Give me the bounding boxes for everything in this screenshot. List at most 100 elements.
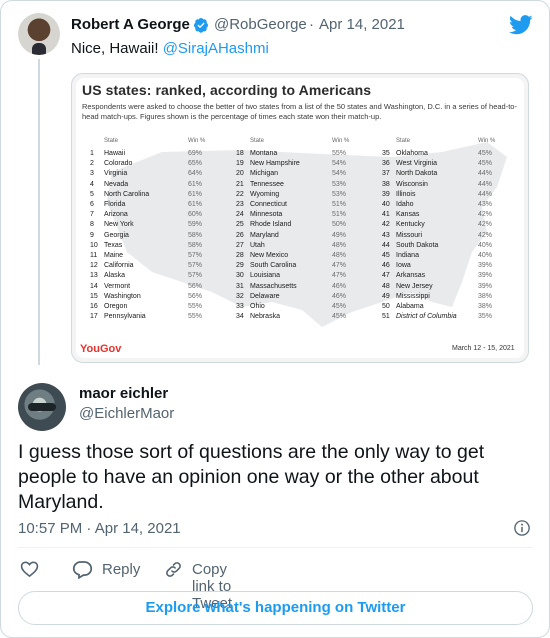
rank-number: 47 (382, 272, 390, 280)
parent-author-handle[interactable]: @RobGeorge (214, 16, 307, 33)
reply-icon[interactable] (72, 559, 93, 579)
win-percentage: 47% (332, 272, 347, 280)
state-name: Missouri (396, 231, 423, 239)
infographic: US states: ranked, according to American… (76, 78, 524, 358)
state-name: New York (104, 221, 134, 229)
infographic-subtitle: Respondents were asked to choose the bet… (82, 102, 517, 121)
reply-button[interactable]: Reply (102, 561, 140, 578)
state-name: Maine (104, 252, 124, 259)
rank-number: 48 (382, 282, 390, 290)
tweet-embed-card: Robert A George @RobGeorge · Apr 14, 202… (0, 0, 550, 638)
state-name: Massachusetts (250, 282, 297, 290)
avatar-robert-george[interactable] (18, 13, 60, 55)
state-name: Mississippi (396, 292, 430, 300)
rank-number: 27 (236, 241, 244, 249)
explore-twitter-button[interactable]: Explore what's happening on Twitter (18, 591, 533, 625)
avatar-maor-eichler[interactable] (18, 383, 66, 431)
rank-number: 38 (382, 180, 390, 188)
link-icon[interactable] (164, 560, 183, 579)
win-percentage: 51% (332, 201, 347, 208)
rank-number: 21 (236, 180, 244, 188)
state-name: New Jersey (396, 282, 433, 290)
reply-tweet-text: I guess those sort of questions are the … (18, 441, 485, 513)
rank-number: 24 (236, 211, 244, 219)
state-name: Delaware (250, 292, 280, 300)
win-percentage: 48% (332, 241, 347, 249)
rank-number: 20 (236, 170, 244, 178)
rank-number: 40 (382, 201, 390, 208)
mention-link[interactable]: @SirajAHashmi (163, 40, 269, 57)
state-name: Colorado (104, 160, 133, 168)
rank-number: 36 (382, 160, 390, 168)
win-percentage: 45% (332, 303, 347, 310)
rank-number: 11 (90, 252, 98, 259)
win-percentage: 42% (478, 231, 493, 239)
rank-number: 46 (382, 262, 390, 270)
parent-author-name[interactable]: Robert A George (71, 16, 190, 33)
infographic-title: US states: ranked, according to American… (82, 82, 372, 98)
rank-number: 28 (236, 252, 244, 259)
win-percentage: 53% (332, 190, 347, 198)
us-map-background (107, 142, 507, 327)
win-percentage: 40% (478, 252, 493, 259)
column-header-win: Win % (478, 138, 496, 144)
win-percentage: 49% (332, 231, 347, 239)
state-name: Nevada (104, 180, 129, 188)
win-percentage: 42% (478, 211, 493, 219)
reply-timestamp[interactable]: 10:57 PM · Apr 14, 2021 (18, 520, 181, 537)
rank-number: 2 (90, 160, 94, 168)
verified-badge-icon (194, 18, 208, 33)
reply-time[interactable]: 10:57 PM (18, 520, 82, 537)
state-name: Pennsylvania (104, 313, 146, 321)
state-name: Montana (250, 150, 278, 157)
twitter-bird-icon[interactable] (509, 15, 533, 35)
parent-tweet-date[interactable]: Apr 14, 2021 (319, 16, 405, 33)
state-name: North Carolina (104, 190, 150, 198)
rank-number: 31 (236, 282, 244, 290)
separator-dot: · (309, 16, 314, 33)
rank-number: 1 (90, 150, 94, 157)
state-name: Idaho (396, 201, 414, 208)
rank-number: 18 (236, 150, 244, 157)
reply-author-handle[interactable]: @EichlerMaor (79, 405, 174, 422)
rank-number: 7 (90, 211, 94, 219)
win-percentage: 39% (478, 282, 493, 290)
rank-number: 50 (382, 303, 390, 310)
reply-author-name[interactable]: maor eichler (79, 385, 168, 402)
parent-tweet-text: Nice, Hawaii! @SirajAHashmi (71, 40, 269, 57)
state-name: Hawaii (104, 150, 126, 157)
yougov-logo: YouGov (80, 343, 122, 355)
state-name: Kentucky (396, 221, 425, 229)
state-name: Kansas (396, 211, 420, 219)
rank-number: 23 (236, 201, 244, 208)
rank-number: 33 (236, 303, 244, 310)
state-name: Nebraska (250, 313, 280, 321)
tweet-media-image[interactable]: US states: ranked, according to American… (71, 73, 529, 363)
info-icon[interactable] (513, 519, 531, 537)
win-percentage: 61% (188, 190, 203, 198)
rank-number: 45 (382, 252, 390, 259)
divider (18, 547, 532, 548)
win-percentage: 58% (188, 231, 203, 239)
rank-number: 51 (382, 313, 390, 321)
column-header-state: State (396, 138, 411, 144)
reply-date[interactable]: Apr 14, 2021 (95, 520, 181, 537)
rank-number: 10 (90, 241, 98, 249)
state-name: Tennessee (250, 180, 284, 188)
state-name: Florida (104, 201, 126, 208)
win-percentage: 42% (478, 221, 493, 229)
rank-number: 14 (90, 282, 98, 290)
state-name: Utah (250, 241, 265, 249)
state-name: Oregon (104, 303, 128, 310)
thread-connector-line (38, 59, 40, 365)
rank-number: 17 (90, 313, 98, 321)
rank-number: 34 (236, 313, 244, 321)
win-percentage: 61% (188, 201, 203, 208)
heart-icon[interactable] (20, 560, 39, 578)
state-name: Louisiana (250, 272, 280, 280)
win-percentage: 57% (188, 252, 203, 259)
separator-dot: · (86, 520, 92, 537)
state-name: California (104, 262, 134, 270)
rank-number: 6 (90, 201, 94, 208)
rank-number: 8 (90, 221, 94, 229)
